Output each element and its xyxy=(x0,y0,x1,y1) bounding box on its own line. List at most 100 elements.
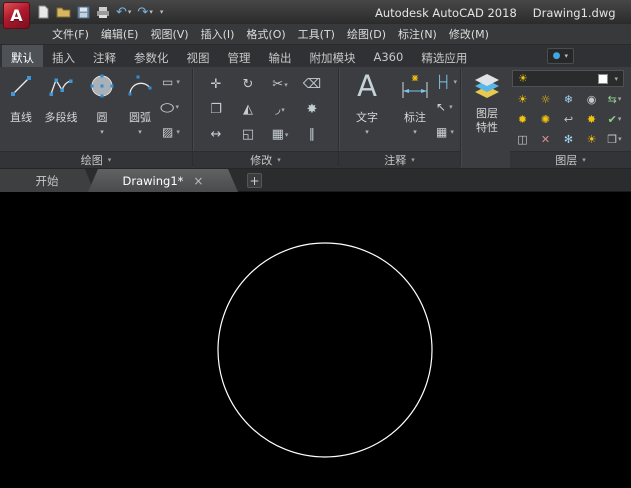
layer-unisolate-button[interactable]: ✺ xyxy=(534,109,557,129)
ribbon-tab-annotate[interactable]: 注释 xyxy=(84,45,125,67)
ribbon-tab-default[interactable]: 默认 xyxy=(2,45,43,67)
menu-item-edit[interactable]: 编辑(E) xyxy=(95,24,145,44)
lock-icon: ◉ xyxy=(586,92,597,106)
trim-button[interactable]: ✂ ▾ xyxy=(264,72,296,97)
file-tab-bar: 开始 Drawing1* × + xyxy=(0,168,631,192)
layer-walk-button[interactable]: ✸ xyxy=(580,109,603,129)
plot-button[interactable] xyxy=(96,4,110,20)
match-layer-button[interactable]: ⇆ ▾ xyxy=(603,89,626,109)
layer-delete-button[interactable]: ✕ xyxy=(534,129,557,149)
new-drawing-button[interactable]: + xyxy=(247,173,262,188)
ribbon-tab-featured-apps[interactable]: 精选应用 xyxy=(412,45,476,67)
new-file-button[interactable] xyxy=(37,4,50,20)
rotate-button[interactable]: ↻ xyxy=(232,72,264,97)
ribbon-tab-addins[interactable]: 附加模块 xyxy=(301,45,365,67)
chevron-down-icon: ▾ xyxy=(175,102,179,111)
polyline-tool-button[interactable]: 多段线 xyxy=(40,70,82,125)
chevron-down-icon: ▾ xyxy=(284,130,289,139)
linear-dimension-button[interactable]: ├┤ ▾ xyxy=(436,73,457,90)
circle-entity[interactable] xyxy=(217,242,433,458)
arc-tool-button[interactable]: 圆弧 ▾ xyxy=(122,70,158,136)
circle-tool-button[interactable]: 圆 ▾ xyxy=(84,70,120,136)
panel-label-annotation[interactable]: 注释 ▾ xyxy=(339,151,460,168)
trim-icon: ✂ xyxy=(272,77,284,92)
chevron-down-icon: ▾ xyxy=(617,115,622,123)
move-button[interactable]: ✛ xyxy=(200,72,232,97)
chevron-down-icon: ▾ xyxy=(176,127,180,136)
leader-button[interactable]: ↖ ▾ xyxy=(436,98,457,115)
unisolate-icon: ✺ xyxy=(540,112,551,126)
ellipse-tool-button[interactable]: ○ ▾ xyxy=(160,98,180,115)
line-tool-button[interactable]: 直线 xyxy=(4,70,38,125)
dimension-tool-button[interactable]: 标注 ▾ xyxy=(394,70,436,136)
layer-merge-button[interactable]: ◫ xyxy=(511,129,534,149)
ribbon-options-button[interactable]: ● ▾ xyxy=(546,48,574,64)
menu-item-format[interactable]: 格式(O) xyxy=(240,24,291,44)
layer-freeze-button[interactable]: ❄ xyxy=(557,89,580,109)
ribbon-tab-output[interactable]: 输出 xyxy=(260,45,301,67)
copy-to-layer-button[interactable]: ❐ ▾ xyxy=(603,129,626,149)
array-button[interactable]: ▦ ▾ xyxy=(264,122,296,147)
copy-button[interactable]: ❐ xyxy=(200,97,232,122)
mirror-button[interactable]: ◭ xyxy=(232,97,264,122)
qat-menu-button[interactable]: ▾ xyxy=(159,4,164,20)
layer-isolate-button[interactable]: ✹ xyxy=(511,109,534,129)
panel-label-modify[interactable]: 修改 ▾ xyxy=(193,151,338,168)
erase-button[interactable]: ⌫ xyxy=(296,72,328,97)
menu-item-view[interactable]: 视图(V) xyxy=(144,24,194,44)
new-file-icon xyxy=(38,5,49,19)
layer-lock-button[interactable]: ◉ xyxy=(580,89,603,109)
menu-item-draw[interactable]: 绘图(D) xyxy=(341,24,392,44)
fillet-icon: ◞ xyxy=(275,102,281,117)
application-menu-button[interactable]: A xyxy=(3,2,30,29)
menu-item-dimension[interactable]: 标注(N) xyxy=(392,24,443,44)
undo-icon: ↶ xyxy=(116,4,127,20)
layer-properties-button[interactable]: 图层特性 xyxy=(464,70,510,136)
ribbon-tab-parametric[interactable]: 参数化 xyxy=(125,45,178,67)
panel-label-layers[interactable]: 图层 ▾ xyxy=(510,151,631,168)
rectangle-tool-button[interactable]: ▭ ▾ xyxy=(162,73,180,90)
text-tool-button[interactable]: A 文字 ▾ xyxy=(346,70,388,136)
scale-button[interactable]: ◱ xyxy=(232,122,264,147)
menu-item-modify[interactable]: 修改(M) xyxy=(443,24,495,44)
window-title: Autodesk AutoCAD 2018 Drawing1.dwg xyxy=(375,6,616,20)
layer-on-icon: ☀ xyxy=(517,92,528,106)
hatch-tool-button[interactable]: ▨ ▾ xyxy=(162,123,180,140)
ribbon-tab-view[interactable]: 视图 xyxy=(178,45,219,67)
layer-previous-button[interactable]: ↩ xyxy=(557,109,580,129)
layers-panel-label: 图层 xyxy=(555,154,578,167)
file-tab-drawing1[interactable]: Drawing1* × xyxy=(88,169,238,192)
menu-item-insert[interactable]: 插入(I) xyxy=(195,24,241,44)
draw-panel-small-tools: ▭ ▾ ○ ▾ ▨ ▾ xyxy=(160,73,180,140)
drawing-canvas[interactable] xyxy=(0,192,631,488)
ribbon-tab-insert[interactable]: 插入 xyxy=(43,45,84,67)
chevron-down-icon: ▾ xyxy=(365,128,369,136)
panel-label-draw[interactable]: 绘图 ▾ xyxy=(0,151,192,168)
blue-dot-icon: ● xyxy=(552,50,561,61)
close-icon[interactable]: × xyxy=(193,175,203,187)
menu-item-file[interactable]: 文件(F) xyxy=(46,24,95,44)
menu-item-tools[interactable]: 工具(T) xyxy=(292,24,341,44)
ribbon-tab-manage[interactable]: 管理 xyxy=(219,45,260,67)
layer-on-button[interactable]: ☀ xyxy=(511,89,534,109)
fillet-button[interactable]: ◞ ▾ xyxy=(264,97,296,122)
stretch-button[interactable]: ↔ xyxy=(200,122,232,147)
modify-panel-tools: ✛ ↻ ✂ ▾ ⌫ ❐ ◭ ◞ ▾ ✸ ↔ ◱ ▦ ▾ ∥ xyxy=(200,72,328,147)
redo-button[interactable]: ↷ ▾ xyxy=(137,4,152,20)
file-tab-start[interactable]: 开始 xyxy=(0,169,94,192)
table-button[interactable]: ▦ ▾ xyxy=(436,123,457,140)
layer-off-button[interactable]: ☼ xyxy=(534,89,557,109)
offset-button[interactable]: ∥ xyxy=(296,122,328,147)
save-button[interactable] xyxy=(77,4,90,20)
open-file-button[interactable] xyxy=(56,4,71,20)
chevron-down-icon: ▾ xyxy=(617,95,622,103)
explode-button[interactable]: ✸ xyxy=(296,97,328,122)
layer-bulb-button[interactable]: ☀ xyxy=(580,129,603,149)
make-current-layer-button[interactable]: ✔ ▾ xyxy=(603,109,626,129)
layer-dropdown[interactable]: ☀ ▾ xyxy=(512,70,624,87)
ribbon-tab-a360[interactable]: A360 xyxy=(365,45,413,67)
vp-freeze-button[interactable]: ✻ xyxy=(557,129,580,149)
explode-icon: ✸ xyxy=(306,102,318,117)
annotation-panel-small-tools: ├┤ ▾ ↖ ▾ ▦ ▾ xyxy=(436,73,457,140)
undo-button[interactable]: ↶ ▾ xyxy=(116,4,131,20)
